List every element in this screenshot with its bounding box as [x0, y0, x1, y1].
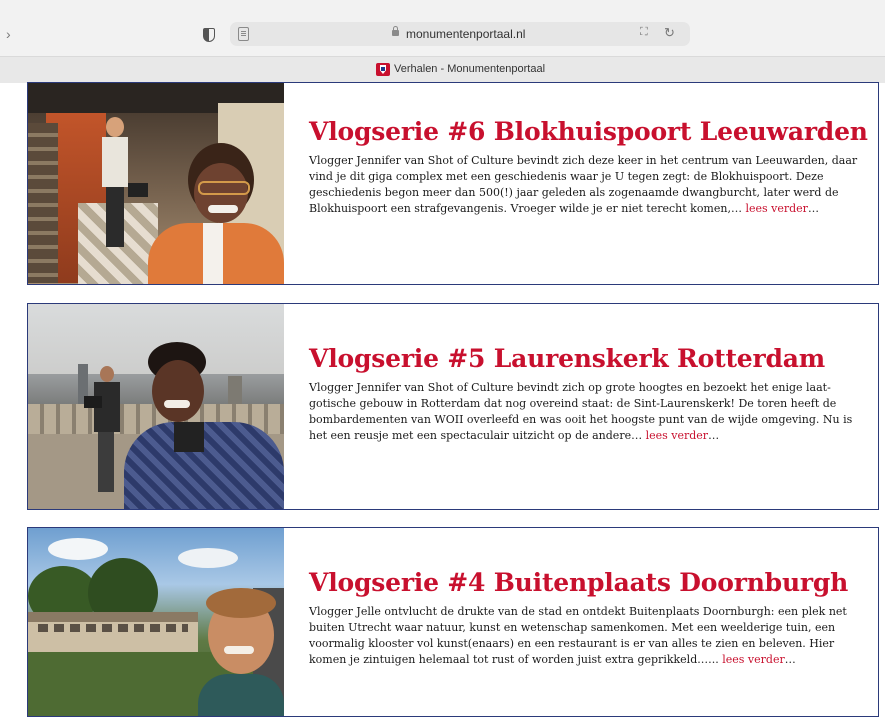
article-card[interactable]: Vlogserie #5 Laurenskerk Rotterdam Vlogg… — [27, 303, 879, 510]
article-body: Vlogserie #5 Laurenskerk Rotterdam Vlogg… — [309, 344, 864, 444]
article-summary-text: Vlogger Jennifer van Shot of Culture bev… — [309, 381, 853, 442]
ellipsis: … — [708, 429, 720, 442]
article-image-laurenskerk[interactable] — [28, 304, 284, 509]
article-summary: Vlogger Jennifer van Shot of Culture bev… — [309, 380, 864, 444]
reload-icon[interactable]: ↻ — [664, 25, 675, 41]
article-summary: Vlogger Jelle ontvlucht de drukte van de… — [309, 604, 864, 668]
article-title[interactable]: Vlogserie #5 Laurenskerk Rotterdam — [309, 344, 864, 374]
tab-title[interactable]: Verhalen - Monumentenportaal — [394, 63, 545, 75]
read-more-link[interactable]: lees verder — [646, 429, 708, 442]
back-chevron-icon[interactable]: › — [6, 26, 11, 42]
article-title[interactable]: Vlogserie #6 Blokhuispoort Leeuwarden — [309, 117, 868, 147]
article-card[interactable]: Vlogserie #4 Buitenplaats Doornburgh Vlo… — [27, 527, 879, 717]
reader-mode-icon[interactable] — [238, 27, 249, 41]
browser-toolbar: › monumentenportaal.nl ⛶ ↻ Verhalen - Mo… — [0, 0, 885, 83]
translate-icon[interactable]: ⛶ — [640, 26, 648, 39]
article-body: Vlogserie #4 Buitenplaats Doornburgh Vlo… — [309, 568, 864, 668]
url-text[interactable]: monumentenportaal.nl — [406, 27, 525, 41]
read-more-link[interactable]: lees verder — [745, 202, 807, 215]
article-image-blokhuispoort[interactable] — [28, 83, 284, 284]
read-more-link[interactable]: lees verder — [722, 653, 784, 666]
address-bar[interactable]: monumentenportaal.nl ⛶ ↻ — [230, 22, 690, 46]
article-image-doornburgh[interactable] — [28, 528, 284, 716]
ellipsis: … — [784, 653, 796, 666]
article-title[interactable]: Vlogserie #4 Buitenplaats Doornburgh — [309, 568, 864, 598]
ellipsis: … — [807, 202, 819, 215]
privacy-shield-icon[interactable] — [203, 28, 215, 42]
lock-icon — [392, 26, 399, 36]
article-summary: Vlogger Jennifer van Shot of Culture bev… — [309, 153, 864, 217]
article-card[interactable]: Vlogserie #6 Blokhuispoort Leeuwarden Vl… — [27, 82, 879, 285]
article-body: Vlogserie #6 Blokhuispoort Leeuwarden Vl… — [309, 117, 868, 217]
site-favicon-icon — [376, 63, 390, 76]
